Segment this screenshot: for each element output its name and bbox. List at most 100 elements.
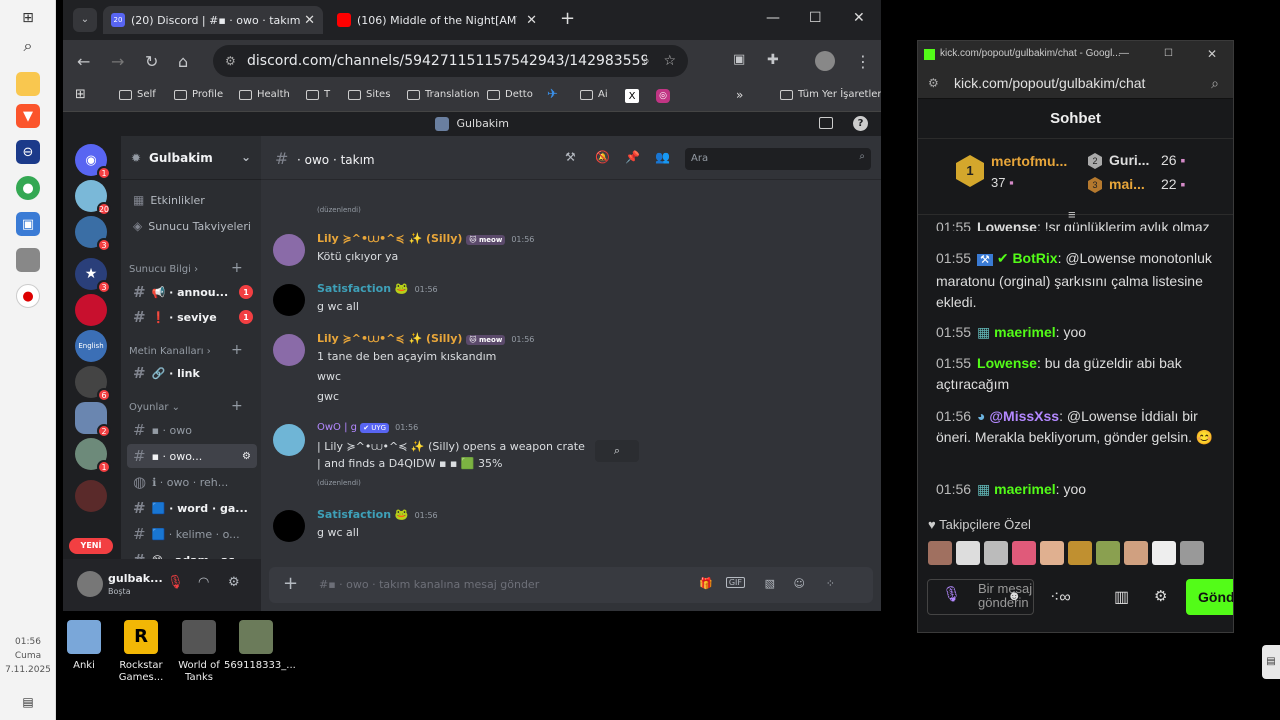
x-twitter-icon[interactable]: X bbox=[625, 89, 639, 103]
server-icon[interactable] bbox=[75, 480, 107, 512]
channel-owo-takim-selected[interactable]: # ▪ · owo... ⚙ bbox=[127, 444, 257, 468]
channel-owo[interactable]: # ▪ · owo bbox=[127, 418, 257, 442]
app-icon[interactable]: ⊖ bbox=[16, 140, 40, 164]
emote-icon[interactable] bbox=[1040, 541, 1064, 565]
search-icon[interactable]: ⌕ bbox=[16, 34, 40, 58]
bookmark-folder[interactable]: Ai bbox=[580, 89, 608, 100]
message-author[interactable]: Satisfaction 🐸 bbox=[317, 282, 409, 295]
close-window-button[interactable]: ✕ bbox=[1207, 41, 1217, 67]
emote-icon[interactable] bbox=[1068, 541, 1092, 565]
bookmark-folder[interactable]: Health bbox=[239, 89, 290, 100]
message-author[interactable]: Lily ≽^•⩊•^≼ ✨ (Silly) bbox=[317, 232, 462, 245]
server-header[interactable]: ✹ Gulbakim ⌄ bbox=[121, 136, 261, 180]
extension-icon[interactable]: ▣ bbox=[733, 52, 745, 67]
chrome-icon[interactable]: ● bbox=[16, 176, 40, 200]
home-icon[interactable]: ⌂ bbox=[178, 52, 188, 71]
menu-dots-icon[interactable]: ⋮ bbox=[855, 52, 871, 71]
avatar[interactable] bbox=[273, 284, 305, 316]
zoom-icon[interactable]: ⌕ bbox=[642, 53, 650, 69]
bookmark-folder[interactable]: T bbox=[306, 89, 330, 100]
send-button[interactable]: Gönd bbox=[1186, 579, 1233, 615]
new-tab-button[interactable]: + bbox=[560, 8, 575, 29]
channel-owo-rehber[interactable]: ◍ ℹ · owo · reh... bbox=[127, 470, 257, 494]
server-icon[interactable]: 3 bbox=[75, 216, 111, 252]
file-explorer-icon[interactable] bbox=[16, 72, 40, 96]
discord-home-icon[interactable]: ◉ 1 bbox=[75, 144, 111, 180]
bookmark-folder[interactable]: Sites bbox=[348, 89, 390, 100]
add-channel-icon[interactable]: + bbox=[231, 398, 243, 414]
events-item[interactable]: ▦ Etkinlikler bbox=[127, 188, 257, 212]
close-tab-icon[interactable]: ✕ bbox=[304, 13, 315, 28]
desktop-icon-image-file[interactable]: 569118333_... bbox=[224, 618, 296, 672]
tab-search-button[interactable]: ⌄ bbox=[73, 8, 97, 32]
gift-icon[interactable]: 🎁 bbox=[699, 577, 713, 590]
emote-icon[interactable] bbox=[984, 541, 1008, 565]
zoom-icon[interactable]: ⌕ bbox=[1211, 67, 1219, 99]
sticker-icon[interactable]: ▧ bbox=[765, 577, 775, 590]
emote-icon[interactable] bbox=[1096, 541, 1120, 565]
search-input[interactable]: Ara ⌕ bbox=[685, 148, 871, 170]
apps-icon[interactable]: ⁘ bbox=[826, 577, 835, 590]
bluesky-icon[interactable]: ✈ bbox=[547, 87, 558, 102]
inbox-icon[interactable] bbox=[819, 117, 833, 129]
chat-user[interactable]: @MissXss bbox=[989, 408, 1059, 424]
brave-icon[interactable]: ▼ bbox=[16, 104, 40, 128]
tab-youtube[interactable]: (106) Middle of the Night[AMV]Anime M ✕ bbox=[329, 6, 545, 34]
avatar[interactable] bbox=[77, 571, 103, 597]
avatar[interactable] bbox=[273, 510, 305, 542]
server-boosts-item[interactable]: ◈ Sunucu Takviyeleri bbox=[127, 214, 257, 238]
pin-icon[interactable]: 📌 bbox=[625, 150, 640, 164]
microphone-icon[interactable]: 🎙 bbox=[942, 587, 961, 602]
close-tab-icon[interactable]: ✕ bbox=[526, 13, 537, 28]
muted-mic-icon[interactable]: 🎙 bbox=[167, 575, 184, 590]
desktop-icon-anki[interactable]: Anki bbox=[52, 618, 116, 672]
chat-settings-icon[interactable]: ⚙ bbox=[1154, 587, 1167, 623]
leader-name[interactable]: mai... bbox=[1109, 176, 1145, 192]
message-author[interactable]: Lily ≽^•⩊•^≼ ✨ (Silly) bbox=[317, 332, 462, 345]
activity-icon[interactable]: ⁖∞ bbox=[1050, 587, 1071, 623]
channel-word-game[interactable]: # 🟦 · word · ga... bbox=[127, 496, 257, 520]
app-icon-3[interactable] bbox=[16, 248, 40, 272]
add-channel-icon[interactable]: + bbox=[231, 260, 243, 276]
chat-user[interactable]: Lowense bbox=[977, 219, 1037, 231]
chat-user[interactable]: BotRix bbox=[1012, 250, 1057, 266]
headphones-icon[interactable]: ◠ bbox=[198, 575, 209, 590]
message-author[interactable]: OwO | g bbox=[317, 422, 357, 433]
server-icon[interactable]: English bbox=[75, 330, 107, 362]
chat-input[interactable]: 🎙 Bir mesaj gönderin ☻ bbox=[927, 579, 1034, 615]
channel-link[interactable]: # 🔗 · link bbox=[127, 361, 257, 385]
desktop-icon-rockstar[interactable]: R Rockstar Games... bbox=[109, 618, 173, 684]
notification-bell-icon[interactable]: 🔕 bbox=[595, 150, 610, 164]
zoom-search-icon[interactable]: ⌕ bbox=[595, 440, 639, 462]
channel-seviye[interactable]: # ❗ · seviye 1 bbox=[127, 305, 257, 329]
windows-start-icon[interactable]: ⊞ bbox=[16, 6, 40, 30]
address-bar[interactable]: ⚙ discord.com/channels/59427115115754294… bbox=[213, 45, 688, 77]
chat-user[interactable]: maerimel bbox=[994, 481, 1055, 497]
reload-icon[interactable]: ↻ bbox=[145, 52, 158, 71]
extensions-puzzle-icon[interactable]: ✚ bbox=[767, 52, 779, 68]
kick-address-bar[interactable]: ⚙ kick.com/popout/gulbakim/chat ⌕ bbox=[918, 67, 1233, 99]
minimize-button[interactable]: — bbox=[1119, 41, 1129, 67]
threads-icon[interactable]: ⚒ bbox=[565, 150, 576, 164]
bookmark-folder[interactable]: Profile bbox=[174, 89, 223, 100]
channel-kelime[interactable]: # 🟦 · kelime · o... bbox=[127, 522, 257, 546]
emote-icon[interactable] bbox=[1152, 541, 1176, 565]
help-icon[interactable]: ? bbox=[853, 116, 868, 131]
bookmark-folder[interactable]: Self bbox=[119, 89, 156, 100]
new-label[interactable]: YENİ bbox=[69, 538, 113, 554]
emote-icon[interactable] bbox=[928, 541, 952, 565]
server-icon[interactable]: 20 bbox=[75, 180, 111, 216]
settings-gear-icon[interactable]: ⚙ bbox=[242, 451, 251, 462]
site-info-icon[interactable]: ⚙ bbox=[225, 54, 236, 68]
channel-announcements[interactable]: # 📢 · annou... 1 bbox=[127, 280, 257, 304]
app-icon-2[interactable]: ▣ bbox=[16, 212, 40, 236]
member-list-icon[interactable]: 👥 bbox=[655, 150, 670, 164]
add-attachment-icon[interactable]: + bbox=[283, 573, 298, 594]
profile-avatar[interactable] bbox=[815, 51, 835, 71]
category-sunucu-bilgi[interactable]: Sunucu Bilgi › + bbox=[129, 260, 243, 276]
message-author[interactable]: Satisfaction 🐸 bbox=[317, 508, 409, 521]
tab-discord[interactable]: 20 (20) Discord | #▪ · owo · takım | Gul… bbox=[103, 6, 323, 34]
maximize-button[interactable]: ☐ bbox=[809, 10, 822, 26]
bookmark-folder[interactable]: Detto bbox=[487, 89, 533, 100]
chat-user[interactable]: Lowense bbox=[977, 355, 1037, 371]
